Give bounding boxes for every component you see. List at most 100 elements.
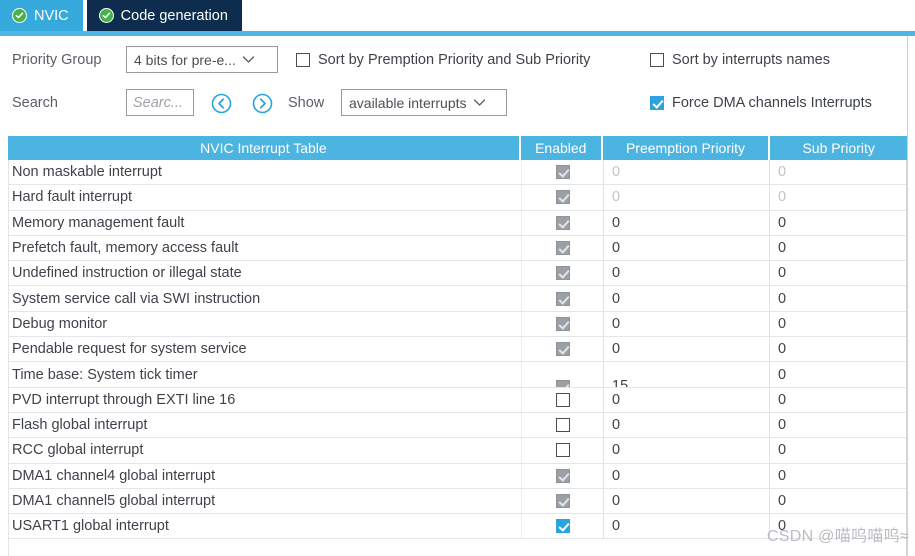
cell-preemption-priority[interactable]: 0 bbox=[603, 235, 769, 261]
table-row[interactable]: Debug monitor 0 0 bbox=[9, 311, 906, 338]
cell-sub-priority[interactable]: 0 bbox=[769, 311, 906, 337]
cell-sub-priority[interactable]: 0 bbox=[769, 210, 906, 235]
force-dma-checkbox[interactable] bbox=[650, 96, 664, 110]
table-row[interactable]: DMA1 channel5 global interrupt 0 0 bbox=[9, 488, 906, 515]
cell-preemption-priority[interactable]: 0 bbox=[603, 311, 769, 337]
cell-sub-priority[interactable]: 0 bbox=[769, 160, 906, 185]
cell-preemption-priority[interactable]: 0 bbox=[603, 261, 769, 286]
cell-sub-priority[interactable]: 0 bbox=[769, 412, 906, 438]
cell-preemption-priority[interactable]: 0 bbox=[603, 412, 769, 438]
table-row[interactable]: USART1 global interrupt 0 0 bbox=[9, 514, 906, 540]
cell-interrupt-name: USART1 global interrupt bbox=[12, 518, 169, 535]
table-row[interactable]: Pendable request for system service 0 0 bbox=[9, 337, 906, 363]
table-row[interactable]: DMA1 channel4 global interrupt 0 0 bbox=[9, 463, 906, 489]
enabled-checkbox-locked[interactable] bbox=[555, 291, 570, 306]
search-prev-button[interactable] bbox=[211, 93, 232, 114]
cell-sub-priority[interactable]: 0 bbox=[769, 362, 906, 387]
table-row[interactable]: RCC global interrupt 0 0 bbox=[9, 438, 906, 464]
cell-enabled[interactable] bbox=[521, 311, 603, 337]
force-dma-checkbox-row[interactable]: Force DMA channels Interrupts bbox=[650, 88, 872, 118]
cell-interrupt-name: DMA1 channel4 global interrupt bbox=[12, 467, 216, 484]
cell-preemption-priority[interactable]: 0 bbox=[603, 286, 769, 311]
table-row[interactable]: PVD interrupt through EXTI line 16 0 0 bbox=[9, 387, 906, 413]
table-row[interactable]: Undefined instruction or illegal state 0 0 bbox=[9, 261, 906, 287]
sort-by-preemption-checkbox-row[interactable]: Sort by Premption Priority and Sub Prior… bbox=[296, 45, 590, 75]
cell-enabled[interactable] bbox=[521, 286, 603, 311]
table-row[interactable]: Flash global interrupt 0 0 bbox=[9, 412, 906, 439]
cell-sub-priority[interactable]: 0 bbox=[769, 261, 906, 286]
cell-enabled[interactable] bbox=[521, 337, 603, 362]
enabled-checkbox[interactable] bbox=[555, 418, 570, 433]
table-row[interactable]: Hard fault interrupt 0 0 bbox=[9, 185, 906, 211]
controls-panel: Priority Group 4 bits for pre-e... Sort … bbox=[0, 36, 915, 132]
cell-sub-priority[interactable]: 0 bbox=[769, 463, 906, 488]
table-row[interactable]: Prefetch fault, memory access fault 0 0 bbox=[9, 235, 906, 262]
column-header-enabled[interactable]: Enabled bbox=[520, 136, 601, 160]
enabled-checkbox-locked[interactable] bbox=[555, 266, 570, 281]
check-circle-icon bbox=[12, 8, 27, 23]
column-header-sub[interactable]: Sub Priority bbox=[770, 136, 907, 160]
search-next-button[interactable] bbox=[252, 93, 273, 114]
cell-sub-priority[interactable]: 0 bbox=[769, 235, 906, 261]
enabled-checkbox-active[interactable] bbox=[555, 519, 570, 534]
cell-preemption-priority[interactable]: 0 bbox=[603, 160, 769, 185]
enabled-checkbox-locked[interactable] bbox=[555, 468, 570, 483]
cell-preemption-priority[interactable]: 15 bbox=[603, 362, 769, 387]
enabled-checkbox-locked[interactable] bbox=[555, 165, 570, 180]
cell-preemption-priority[interactable]: 0 bbox=[603, 337, 769, 362]
enabled-checkbox-locked[interactable] bbox=[555, 316, 570, 331]
table-row[interactable]: Non maskable interrupt 0 0 bbox=[9, 160, 906, 186]
table-row[interactable]: System service call via SWI instruction 0… bbox=[9, 286, 906, 312]
cell-sub-priority[interactable]: 0 bbox=[769, 438, 906, 463]
enabled-checkbox-locked[interactable] bbox=[555, 379, 570, 387]
sort-by-names-checkbox-row[interactable]: Sort by interrupts names bbox=[650, 45, 830, 75]
cell-sub-priority[interactable]: 0 bbox=[769, 185, 906, 210]
cell-enabled[interactable] bbox=[521, 261, 603, 286]
cell-enabled[interactable] bbox=[521, 438, 603, 463]
nvic-interrupt-table: NVIC Interrupt Table Enabled Preemption … bbox=[8, 136, 907, 556]
table-row[interactable]: Memory management fault 0 0 bbox=[9, 210, 906, 236]
enabled-checkbox-locked[interactable] bbox=[555, 241, 570, 256]
enabled-checkbox-locked[interactable] bbox=[555, 190, 570, 205]
preemption-priority-value: 0 bbox=[612, 240, 621, 257]
cell-preemption-priority[interactable]: 0 bbox=[603, 514, 769, 539]
sort-by-names-checkbox[interactable] bbox=[650, 53, 664, 67]
cell-enabled[interactable] bbox=[521, 514, 603, 539]
show-filter-select[interactable]: available interrupts bbox=[341, 89, 507, 116]
enabled-checkbox-locked[interactable] bbox=[555, 342, 570, 357]
column-header-preemption[interactable]: Preemption Priority bbox=[602, 136, 769, 160]
enabled-checkbox-locked[interactable] bbox=[555, 215, 570, 230]
check-circle-icon bbox=[98, 8, 114, 23]
cell-enabled[interactable] bbox=[521, 210, 603, 235]
cell-preemption-priority[interactable]: 0 bbox=[603, 463, 769, 488]
cell-enabled[interactable] bbox=[521, 387, 603, 412]
cell-sub-priority[interactable]: 0 bbox=[769, 337, 906, 362]
cell-enabled[interactable] bbox=[521, 235, 603, 261]
cell-enabled[interactable] bbox=[521, 463, 603, 488]
cell-preemption-priority[interactable]: 0 bbox=[603, 438, 769, 463]
cell-enabled[interactable] bbox=[521, 412, 603, 438]
cell-preemption-priority[interactable]: 0 bbox=[603, 210, 769, 235]
cell-enabled[interactable] bbox=[521, 160, 603, 185]
cell-sub-priority[interactable]: 0 bbox=[769, 514, 906, 539]
cell-sub-priority[interactable]: 0 bbox=[769, 488, 906, 514]
tab-nvic[interactable]: NVIC bbox=[0, 0, 83, 31]
table-row[interactable]: Time base: System tick timer 15 0 bbox=[9, 362, 906, 388]
show-label: Show bbox=[288, 95, 325, 111]
enabled-checkbox[interactable] bbox=[555, 443, 570, 458]
cell-sub-priority[interactable]: 0 bbox=[769, 387, 906, 412]
priority-group-select[interactable]: 4 bits for pre-e... bbox=[126, 46, 278, 73]
cell-enabled[interactable] bbox=[521, 362, 603, 387]
tab-code-generation[interactable]: Code generation bbox=[86, 0, 242, 31]
cell-enabled[interactable] bbox=[521, 488, 603, 514]
search-input[interactable]: Searc... bbox=[126, 89, 194, 116]
cell-sub-priority[interactable]: 0 bbox=[769, 286, 906, 311]
enabled-checkbox[interactable] bbox=[555, 392, 570, 407]
cell-preemption-priority[interactable]: 0 bbox=[603, 488, 769, 514]
enabled-checkbox-locked[interactable] bbox=[555, 494, 570, 508]
cell-preemption-priority[interactable]: 0 bbox=[603, 387, 769, 412]
sort-by-preemption-checkbox[interactable] bbox=[296, 53, 310, 67]
cell-enabled[interactable] bbox=[521, 185, 603, 210]
cell-preemption-priority[interactable]: 0 bbox=[603, 185, 769, 210]
column-header-name[interactable]: NVIC Interrupt Table bbox=[8, 136, 519, 160]
